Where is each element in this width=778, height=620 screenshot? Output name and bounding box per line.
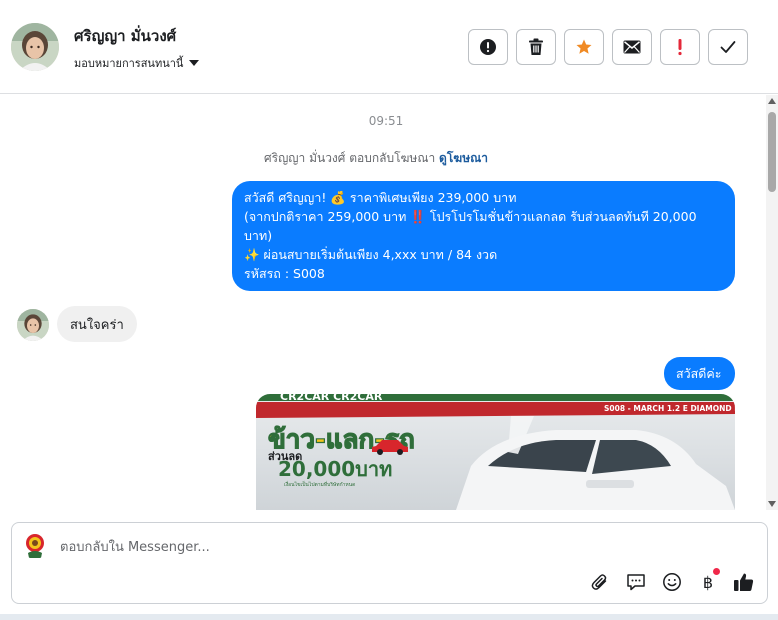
exclamation-icon [678,39,682,56]
ad-reply-note: ศริญญา มั่นวงศ์ ตอบกลับโฆษณา ดูโฆษณา [0,149,752,168]
incoming-message[interactable]: สนใจคร่า [57,306,137,342]
assign-label: มอบหมายการสนทนานี้ [74,57,184,70]
thumbs-up-icon [734,573,754,591]
message-line: บาท) [244,228,273,243]
notification-dot [713,568,720,575]
paperclip-icon [591,574,607,590]
promo-discount: 20,000บาท [278,457,392,481]
alert-circle-icon [480,39,496,55]
page-avatar [21,531,49,559]
saved-replies-button[interactable] [625,571,647,593]
outgoing-message[interactable]: สวัสดีค่ะ [664,357,735,390]
mark-unread-button[interactable] [612,29,652,65]
assign-conversation-dropdown[interactable]: มอบหมายการสนทนานี้ [74,54,200,72]
message-line: (จากปกติราคา 259,000 บาท ‼️ โปรโปรโมชั่น… [244,209,697,224]
promo-fine-print: เงื่อนไขเป็นไปตามที่บริษัทกำหนด [284,480,355,488]
baht-icon: ฿ [702,572,714,592]
message-timestamp: 09:51 [368,114,404,128]
view-ad-link[interactable]: ดูโฆษณา [439,151,488,165]
message-line: สวัสดี ศริญญา! 💰 ราคาพิเศษเพียง 239,000 … [244,190,517,205]
conversation-header: ศริญญา มั่นวงศ์ มอบหมายการสนทนานี้ [0,0,778,94]
chat-bubble-icon [627,574,645,591]
smiley-icon [663,573,681,591]
message-line: รหัสรถ : S008 [244,266,325,281]
message-line: ✨ ผ่อนสบายเริ่มต้นเพียง 4,xxx บาท / 84 ง… [244,247,498,262]
emoji-button[interactable] [661,571,683,593]
scroll-thumb[interactable] [768,112,776,192]
caret-down-icon [189,60,200,66]
window-bottom-edge [0,614,778,620]
contact-avatar [17,309,49,341]
delete-button[interactable] [516,29,556,65]
check-icon [720,41,736,53]
follow-up-button[interactable] [660,29,700,65]
messenger-inbox: ศริญญา มั่นวงศ์ มอบหมายการสนทนานี้ 09:51… [0,0,778,620]
composer-tools: ฿ [589,568,755,593]
star-icon [576,39,592,54]
star-button[interactable] [564,29,604,65]
trash-icon [529,38,543,55]
scroll-down-icon[interactable] [768,501,776,507]
mark-spam-button[interactable] [468,29,508,65]
promo-banner-top: CR2CAR CR2CAR [280,394,383,403]
header-actions [468,29,748,65]
ad-reply-text: ศริญญา มั่นวงศ์ ตอบกลับโฆษณา [264,151,436,165]
thread-scrollbar[interactable] [766,95,778,510]
outgoing-message[interactable]: สวัสดี ศริญญา! 💰 ราคาพิเศษเพียง 239,000 … [232,181,735,291]
promo-model-strip: S008 - MARCH 1.2 E DIAMOND LED AT [604,404,735,413]
mark-done-button[interactable] [708,29,748,65]
message-thread[interactable]: 09:51 ศริญญา มั่นวงศ์ ตอบกลับโฆษณา ดูโฆษ… [0,95,765,510]
promo-image[interactable]: CR2CAR CR2CAR S008 - MARCH 1.2 E DIAMOND… [256,394,735,510]
message-composer: ฿ [11,522,768,604]
reply-input[interactable] [60,537,580,557]
scroll-up-icon[interactable] [768,98,776,104]
attach-button[interactable] [589,571,611,593]
envelope-icon [623,40,641,54]
payment-button[interactable]: ฿ [697,568,720,593]
contact-name[interactable]: ศริญญา มั่นวงศ์ [74,24,176,48]
avatar[interactable] [11,23,59,71]
like-button[interactable] [733,571,755,593]
